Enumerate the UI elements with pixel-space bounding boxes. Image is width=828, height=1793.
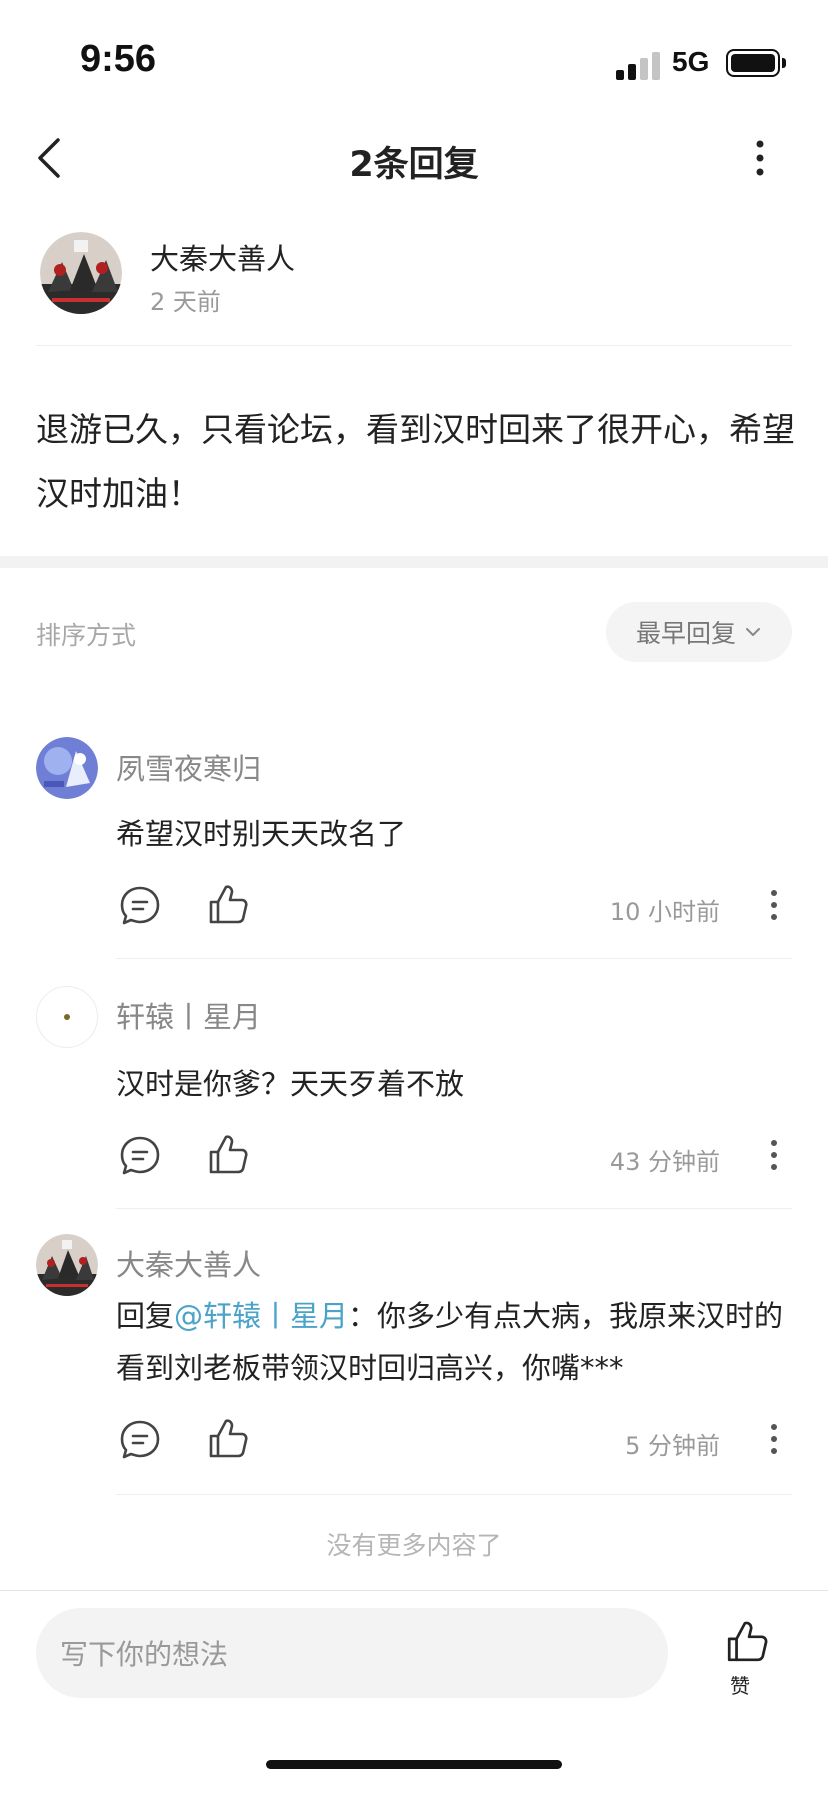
post-author-name[interactable]: 大秦大善人 [150, 236, 295, 278]
more-vertical-icon [771, 1424, 777, 1454]
mention-link[interactable]: @轩辕丨星月 [174, 1299, 348, 1333]
reply-timestamp: 10 小时前 [609, 898, 720, 926]
signal-strength-icon [616, 52, 662, 80]
section-separator [0, 556, 828, 568]
more-vertical-icon [771, 1140, 777, 1170]
reply-like-button[interactable] [206, 882, 250, 926]
reply-author-name[interactable]: 轩辕丨星月 [116, 994, 261, 1036]
reply-author-avatar[interactable] [36, 1234, 98, 1296]
home-indicator [266, 1760, 562, 1769]
more-vertical-icon [771, 890, 777, 920]
reply-prefix: 回复 [116, 1299, 175, 1333]
comment-icon [120, 1136, 160, 1175]
post-content: 退游已久，只看论坛，看到汉时回来了很开心，希望汉时加油！ [36, 410, 795, 513]
bottom-bar-border [0, 1590, 828, 1591]
reply-more-button[interactable] [766, 1422, 782, 1456]
reply-like-button[interactable] [206, 1132, 250, 1176]
thumbs-up-icon [209, 1135, 248, 1174]
battery-icon [726, 49, 780, 77]
reply-text: 回复@轩辕丨星月：你多少有点大病，我原来汉时的看到刘老板带领汉时回归高兴，你嘴*… [116, 1290, 796, 1394]
sort-selected-label: 最早回复 [635, 619, 736, 648]
divider [116, 1208, 792, 1209]
thumbs-up-icon [209, 885, 248, 924]
divider [116, 958, 792, 959]
reply-comment-button[interactable] [118, 1134, 162, 1178]
no-more-content-label: 没有更多内容了 [326, 1531, 502, 1560]
reply-author-avatar[interactable] [36, 986, 98, 1048]
avatar-image [36, 737, 98, 799]
reply-like-button[interactable] [206, 1416, 250, 1460]
sort-label: 排序方式 [36, 621, 137, 650]
avatar-image [40, 232, 122, 314]
more-button[interactable] [748, 138, 772, 178]
comment-input-placeholder: 写下你的想法 [60, 1638, 229, 1671]
avatar-image [36, 1234, 98, 1296]
sort-dropdown[interactable]: 最早回复 [606, 602, 792, 662]
more-vertical-icon [756, 140, 764, 176]
comment-icon [120, 1420, 160, 1459]
comment-input[interactable]: 写下你的想法 [36, 1608, 668, 1698]
battery-cap [782, 58, 786, 68]
divider [36, 345, 792, 346]
thumbs-up-icon [209, 1419, 248, 1458]
reply-comment-button[interactable] [118, 1418, 162, 1462]
chevron-down-icon [746, 628, 760, 636]
reply-comment-button[interactable] [118, 884, 162, 928]
post-like-label: 赞 [730, 1674, 750, 1698]
reply-text: 汉时是你爹？天天歹着不放 [116, 1067, 465, 1101]
reply-timestamp: 5 分钟前 [625, 1432, 720, 1460]
reply-author-name[interactable]: 夙雪夜寒归 [116, 746, 261, 788]
post-like-button[interactable] [724, 1618, 770, 1664]
reply-timestamp: 43 分钟前 [609, 1148, 720, 1176]
thumbs-up-icon [727, 1621, 768, 1662]
post-timestamp: 2 天前 [150, 288, 221, 316]
divider [116, 1494, 792, 1495]
reply-text: 希望汉时别天天改名了 [116, 817, 407, 851]
post-author-avatar[interactable] [40, 232, 122, 314]
status-time: 9:56 [80, 38, 157, 80]
page-title: 2条回复 [349, 145, 479, 185]
network-type: 5G [672, 46, 710, 77]
reply-more-button[interactable] [766, 888, 782, 922]
avatar-image [37, 987, 97, 1047]
reply-author-name[interactable]: 大秦大善人 [116, 1242, 261, 1284]
comment-icon [120, 886, 160, 925]
reply-author-avatar[interactable] [36, 737, 98, 799]
reply-more-button[interactable] [766, 1138, 782, 1172]
